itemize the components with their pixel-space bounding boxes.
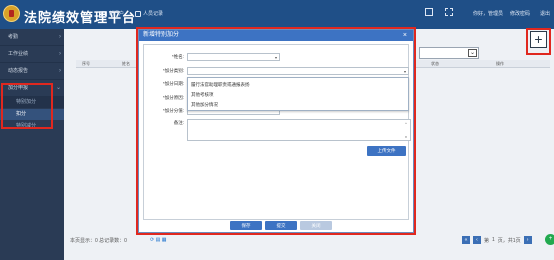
add-special-bonus-dialog: 新增特别加分 × *姓名: ▾ *加分类别: ▾ *加分日期: *加分原因: *… [138, 29, 414, 233]
prev-page-button[interactable]: ‹ [473, 236, 481, 244]
next-page-button[interactable]: › [523, 236, 532, 244]
column-header: 操作 [496, 61, 504, 66]
sidebar-item-attendance[interactable]: 考勤 › [0, 29, 64, 46]
sidebar-item-label: 考勤 [8, 34, 19, 40]
dropdown-option[interactable]: 履行法官助理职责或通报表扬 [191, 82, 250, 88]
submit-button[interactable]: 提交 [265, 221, 297, 230]
upload-file-button[interactable]: 上传文件 [367, 146, 406, 156]
pager: « ‹ 第 1 页，共1页 › [462, 236, 532, 244]
category-select[interactable]: ▾ [187, 67, 409, 75]
dropdown-option[interactable]: 其他加分情况 [191, 102, 218, 108]
sidebar: 考勤 › 工作业绩 › 动态报告 › 加分申报 ⌄ 特别加分 扣分 特别减分 [0, 29, 64, 260]
chevron-down-icon: ▾ [274, 55, 277, 60]
chevron-down-icon: ▾ [403, 69, 406, 74]
dialog-header: 新增特别加分 × [139, 30, 413, 41]
nav-person-records-label: 人员记录 [143, 11, 164, 17]
column-header: 姓名 [122, 61, 130, 66]
chevron-down-icon: ⌄ [55, 85, 61, 91]
filter-select[interactable]: ⌄ [419, 47, 479, 59]
column-header: 序号 [82, 61, 90, 66]
category-dropdown-list: 履行法官助理职责或通报表扬 其他考核项 其他加分情况 [187, 77, 409, 111]
score-label: *加分分值: [162, 108, 184, 113]
logout-link[interactable]: 退出 [540, 10, 550, 17]
dropdown-option[interactable]: 其他考核项 [191, 92, 214, 98]
close-button[interactable]: 关闭 [300, 221, 332, 230]
home-icon[interactable] [425, 8, 433, 16]
close-icon[interactable]: × [403, 30, 407, 41]
portal-icon [101, 10, 107, 17]
textarea-scrollbar[interactable]: ^ v [405, 121, 409, 139]
nav-person-records[interactable]: 人员记录 [135, 10, 163, 17]
chevron-right-icon: › [59, 68, 61, 74]
date-label: *加分日期: [162, 81, 184, 86]
dialog-title: 新增特别加分 [143, 32, 180, 38]
person-icon [135, 10, 141, 17]
highlight-box-add [526, 28, 551, 55]
chevron-down-icon: v [405, 134, 407, 139]
page-total: 页，共1页 [497, 237, 521, 244]
nav-new-portal[interactable]: 新门户 [101, 10, 124, 17]
name-select[interactable]: ▾ [187, 53, 280, 61]
remark-textarea[interactable]: ^ v [187, 119, 411, 141]
first-page-button[interactable]: « [462, 236, 470, 244]
change-password-link[interactable]: 修改密码 [510, 10, 530, 17]
column-header: 状态 [431, 61, 439, 66]
chevron-right-icon: › [59, 51, 61, 57]
top-bar: 法院绩效管理平台 新门户 人员记录 你好，管理员 修改密码 退出 [0, 0, 554, 29]
chat-bubble-icon[interactable]: + [545, 234, 554, 245]
page-number[interactable]: 1 [492, 237, 495, 243]
record-count: 本页显示：0 总记录数：0 [70, 238, 127, 244]
sidebar-item-label: 动态报告 [8, 68, 29, 74]
dialog-form: *姓名: ▾ *加分类别: ▾ *加分日期: *加分原因: *加分分值: 履行法… [143, 44, 411, 220]
nav-new-portal-label: 新门户 [109, 11, 125, 17]
sidebar-item-label: 工作业绩 [8, 51, 29, 57]
page-label: 第 [484, 237, 490, 244]
chevron-up-icon: ^ [405, 121, 407, 126]
apps-grid-icon[interactable] [445, 8, 453, 16]
remark-label: 备注: [173, 120, 184, 125]
chevron-down-icon: ⌄ [468, 49, 477, 57]
sidebar-item-report[interactable]: 动态报告 › [0, 63, 64, 80]
highlight-box-sidebar [1, 83, 53, 129]
sidebar-item-performance[interactable]: 工作业绩 › [0, 46, 64, 63]
user-greeting: 你好，管理员 [473, 11, 504, 17]
name-label: *姓名: [171, 54, 184, 59]
refresh-icons[interactable]: ⟳ ▤ ▦ [150, 237, 166, 243]
chevron-right-icon: › [59, 34, 61, 40]
save-button[interactable]: 保存 [230, 221, 262, 230]
court-emblem-logo [3, 5, 20, 22]
category-label: *加分类别: [162, 68, 184, 73]
reason-label: *加分原因: [162, 95, 184, 100]
